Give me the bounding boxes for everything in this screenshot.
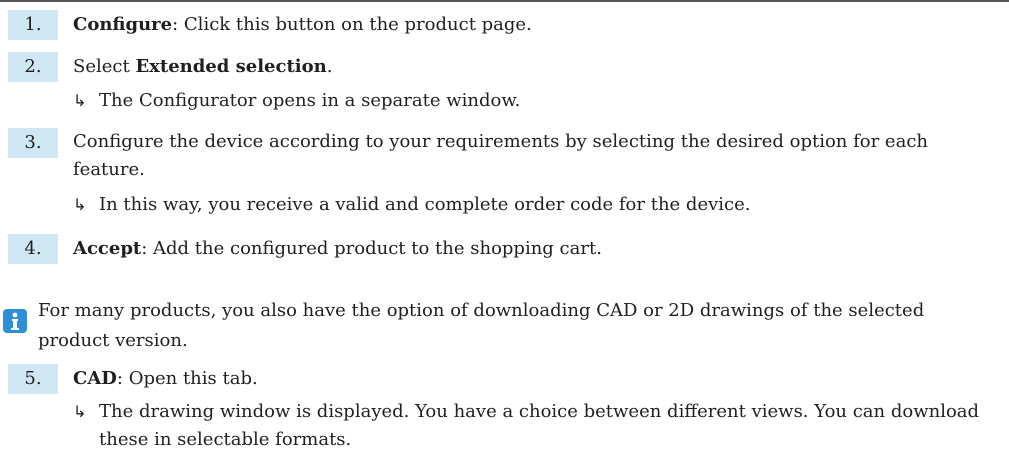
step-rest-text: : Add the configured product to the shop… [141, 238, 602, 259]
step-number: 4. [8, 234, 58, 264]
result-text: In this way, you receive a valid and com… [99, 194, 751, 215]
step-text: Configure: Click this button on the prod… [73, 10, 999, 40]
step-text: CAD: Open this tab. [73, 364, 999, 394]
step-rest-text: : Open this tab. [116, 368, 258, 389]
result-arrow-icon: ↳ [73, 195, 87, 214]
result-arrow-icon: ↳ [73, 91, 87, 110]
step-rest-text: : Click this button on the product page. [172, 14, 532, 35]
step-text: Configure the device according to your r… [73, 131, 928, 180]
result-text: The Configurator opens in a separate win… [99, 90, 521, 111]
step-text: Select Extended selection. [73, 52, 999, 82]
step-bold-label: Accept [73, 238, 142, 259]
step-bold-label: Extended selection [135, 56, 327, 77]
step-number: 5. [8, 364, 58, 394]
step-number: 2. [8, 52, 58, 82]
step-bold-label: CAD [73, 368, 117, 389]
step-text: Accept: Add the configured product to th… [73, 234, 999, 264]
step-suffix-text: . [326, 56, 333, 77]
step-prefix-text: Select [73, 56, 136, 77]
step-number: 1. [8, 10, 58, 40]
step-number: 3. [8, 128, 58, 158]
info-note-text: For many products, you also have the opt… [38, 300, 925, 351]
result-arrow-icon: ↳ [73, 402, 87, 421]
step-bold-label: Configure [73, 14, 173, 35]
top-divider [0, 0, 1009, 2]
info-icon [3, 309, 27, 333]
result-text: The drawing window is displayed. You hav… [99, 401, 980, 450]
